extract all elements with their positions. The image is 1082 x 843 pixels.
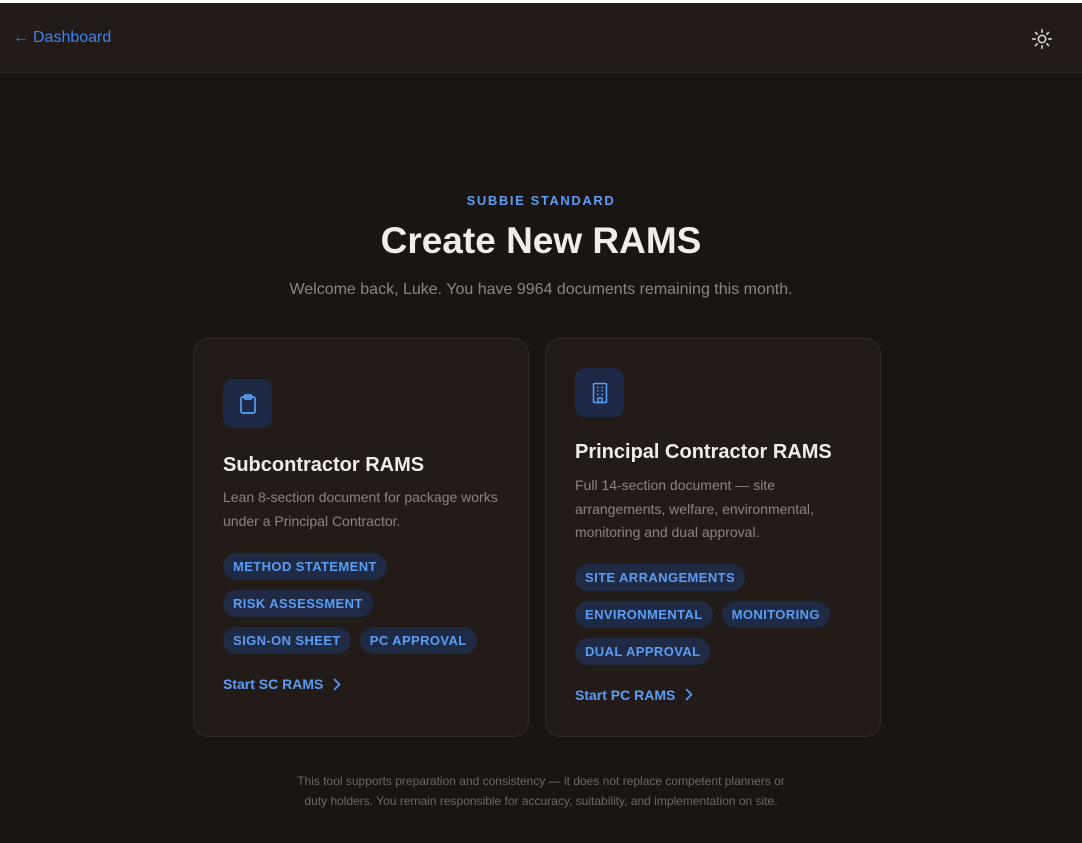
page-title: Create New RAMS: [380, 220, 702, 261]
card-tags: SITE ARRANGEMENTS ENVIRONMENTAL MONITORI…: [575, 563, 855, 665]
card-description: Lean 8-section document for package work…: [223, 489, 498, 529]
tag-risk-assessment: RISK ASSESSMENT: [223, 590, 373, 617]
card-tags: METHOD STATEMENT RISK ASSESSMENT SIGN-ON…: [223, 553, 503, 654]
back-to-dashboard-link[interactable]: ← Dashboard: [13, 29, 111, 47]
welcome-message: Welcome back, Luke. You have 9964 docume…: [289, 281, 793, 298]
back-arrow-icon: ←: [13, 29, 29, 46]
tag-dual-approval: DUAL APPROVAL: [575, 637, 711, 665]
cta-label: Start PC RAMS: [575, 686, 676, 703]
tag-pc-approval: PC APPROVAL: [359, 627, 477, 654]
card-description: Full 14-section document — site arrangem…: [575, 477, 814, 540]
disclaimer: This tool supports preparation and consi…: [0, 771, 1082, 811]
back-link-label: Dashboard: [33, 29, 112, 46]
hero-section: SUBBIE STANDARD Create New RAMS Welcome …: [0, 193, 1082, 300]
chevron-right-icon: [334, 678, 341, 690]
sun-icon: [1032, 29, 1052, 49]
chevron-right-icon: [686, 688, 693, 701]
tag-environmental: ENVIRONMENTAL: [575, 600, 713, 628]
card-icon-box: [223, 379, 272, 428]
start-sc-rams-link[interactable]: Start SC RAMS: [223, 676, 504, 692]
theme-toggle-button[interactable]: [1028, 25, 1056, 53]
tag-monitoring: MONITORING: [721, 600, 830, 628]
card-title: Subcontractor RAMS: [223, 454, 425, 476]
start-pc-rams-link[interactable]: Start PC RAMS: [575, 687, 856, 703]
disclaimer-line-2: duty holders. You remain responsible for…: [304, 794, 778, 808]
cta-label: Start SC RAMS: [223, 676, 324, 692]
card-icon-box: [575, 368, 624, 417]
card-title: Principal Contractor RAMS: [575, 441, 832, 463]
tag-sign-on-sheet: SIGN-ON SHEET: [223, 627, 351, 654]
disclaimer-line-1: This tool supports preparation and consi…: [297, 774, 785, 788]
clipboard-icon: [239, 393, 256, 414]
tag-method-statement: METHOD STATEMENT: [223, 553, 387, 580]
building-icon: [592, 382, 607, 403]
brand-eyebrow: SUBBIE STANDARD: [466, 193, 616, 208]
subcontractor-rams-card[interactable]: Subcontractor RAMS Lean 8-section docume…: [193, 338, 529, 737]
principal-contractor-rams-card[interactable]: Principal Contractor RAMS Full 14-sectio…: [545, 338, 881, 737]
tag-site-arrangements: SITE ARRANGEMENTS: [575, 563, 746, 591]
top-bar: ← Dashboard: [0, 3, 1082, 73]
